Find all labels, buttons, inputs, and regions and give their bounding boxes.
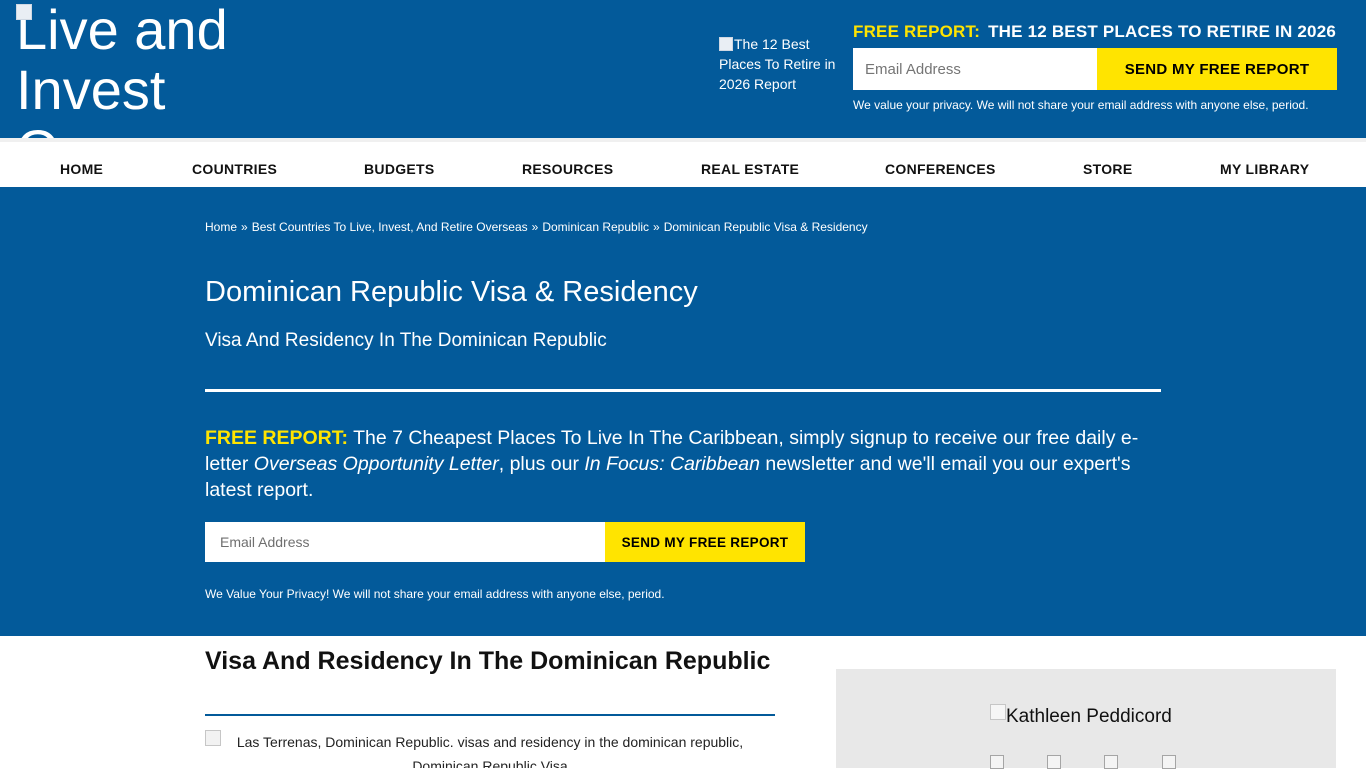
breadcrumb-separator: » [241, 220, 248, 234]
breadcrumb-current: Dominican Republic Visa & Residency [663, 220, 868, 234]
email-placeholder: Email Address [865, 60, 961, 78]
author-sidebar: Kathleen Peddicord [836, 669, 1336, 769]
hero-email-input[interactable]: Email Address [205, 522, 605, 562]
author-photo: Kathleen Peddicord [990, 704, 1172, 728]
broken-image-icon [205, 730, 221, 746]
site-header: Live and Invest Overseas The 12 Best Pla… [0, 0, 1366, 138]
nav-item-budgets[interactable]: BUDGETS [364, 161, 435, 177]
page-title: Dominican Republic Visa & Residency [205, 276, 698, 308]
article-image-alt-text: Las Terrenas, Dominican Republic. visas … [236, 734, 744, 768]
promo-letter-name: Overseas Opportunity Letter [253, 453, 499, 475]
nav-item-countries[interactable]: COUNTRIES [192, 161, 277, 177]
social-icon[interactable] [1104, 755, 1118, 769]
promo-newsletter-name: In Focus: Caribbean [584, 453, 760, 475]
breadcrumb-home[interactable]: Home [205, 220, 237, 234]
site-logo[interactable]: Live and Invest Overseas [16, 0, 266, 138]
social-icon[interactable] [1047, 755, 1061, 769]
header-send-report-button[interactable]: SEND MY FREE REPORT [1097, 48, 1337, 90]
promo-label: FREE REPORT: [205, 427, 349, 449]
report-cover-image[interactable]: The 12 Best Places To Retire in 2026 Rep… [719, 34, 844, 94]
breadcrumb: Home» Best Countries To Live, Invest, And… [205, 220, 868, 234]
nav-item-store[interactable]: STORE [1083, 161, 1132, 177]
promo-text-part: , plus our [498, 453, 585, 475]
hero-privacy-note: We Value Your Privacy! We will not share… [205, 587, 665, 601]
free-report-label: FREE REPORT: [853, 22, 981, 41]
nav-item-home[interactable]: HOME [60, 161, 103, 177]
breadcrumb-separator: » [653, 220, 660, 234]
email-placeholder: Email Address [220, 534, 310, 550]
social-icon[interactable] [990, 755, 1004, 769]
logo-alt-text: Live and Invest Overseas [16, 0, 256, 138]
article-heading: Visa And Residency In The Dominican Repu… [205, 647, 771, 675]
breadcrumb-best-countries[interactable]: Best Countries To Live, Invest, And Reti… [252, 220, 528, 234]
nav-item-real-estate[interactable]: REAL ESTATE [701, 161, 799, 177]
article-image: Las Terrenas, Dominican Republic. visas … [205, 730, 775, 768]
page-subtitle: Visa And Residency In The Dominican Repu… [205, 330, 607, 351]
promo-text: FREE REPORT: The 7 Cheapest Places To Li… [205, 425, 1165, 503]
report-cover-alt-text: The 12 Best Places To Retire in 2026 Rep… [719, 36, 836, 92]
breadcrumb-separator: » [531, 220, 539, 234]
hero-section: Home» Best Countries To Live, Invest, And… [0, 187, 1366, 636]
main-nav: HOME COUNTRIES BUDGETS RESOURCES REAL ES… [0, 138, 1366, 187]
hero-send-report-button[interactable]: SEND MY FREE REPORT [605, 522, 805, 562]
social-icon[interactable] [1162, 755, 1176, 769]
broken-image-icon [719, 37, 733, 51]
nav-item-my-library[interactable]: MY LIBRARY [1220, 161, 1309, 177]
nav-item-resources[interactable]: RESOURCES [522, 161, 613, 177]
article-heading-rule [205, 714, 775, 716]
nav-item-conferences[interactable]: CONFERENCES [885, 161, 996, 177]
broken-image-icon [990, 704, 1006, 720]
broken-image-icon [16, 4, 32, 20]
header-free-report-title: FREE REPORT: THE 12 BEST PLACES TO RETIRE… [853, 22, 1336, 42]
breadcrumb-dominican-republic[interactable]: Dominican Republic [542, 220, 649, 234]
header-privacy-note: We value your privacy. We will not share… [853, 98, 1309, 112]
free-report-title: THE 12 BEST PLACES TO RETIRE IN 2026 [988, 22, 1337, 41]
hero-divider [205, 389, 1161, 392]
author-alt-text: Kathleen Peddicord [1006, 706, 1172, 727]
header-email-input[interactable]: Email Address [853, 48, 1097, 90]
